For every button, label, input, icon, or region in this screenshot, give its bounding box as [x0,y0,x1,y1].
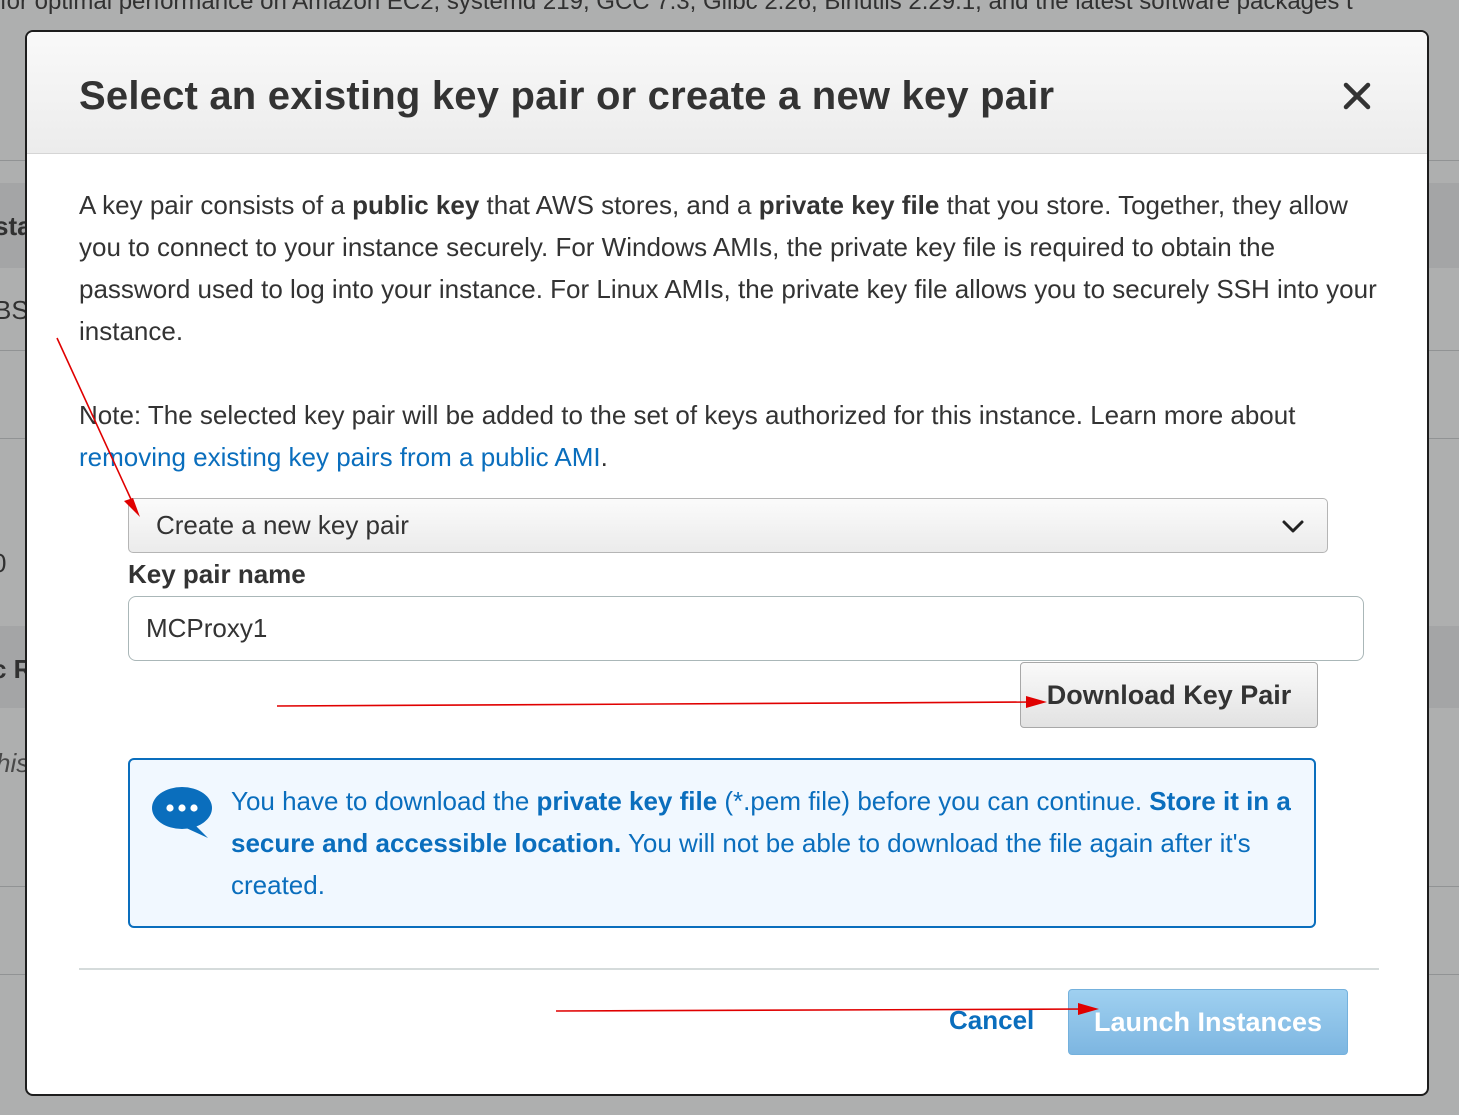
download-warning-alert: You have to download the private key fil… [128,758,1316,928]
close-icon [1343,82,1371,110]
speech-bubble-icon [152,787,212,838]
key-pair-name-input[interactable] [128,596,1364,661]
download-key-pair-button[interactable]: Download Key Pair [1020,662,1318,728]
chevron-down-icon [1282,520,1304,533]
key-pair-option-select[interactable]: Create a new key pair [128,498,1328,553]
key-pair-name-label: Key pair name [128,559,306,589]
launch-instances-button[interactable]: Launch Instances [1068,989,1348,1055]
key-pair-description: A key pair consists of a public key that… [79,190,1377,346]
removing-key-pairs-link[interactable]: removing existing key pairs from a publi… [79,442,601,472]
modal-title: Select an existing key pair or create a … [79,74,1055,118]
key-pair-modal: Select an existing key pair or create a … [25,30,1429,1096]
key-pair-note: Note: The selected key pair will be adde… [79,400,1296,472]
footer-divider [79,968,1379,970]
download-warning-text: You have to download the private key fil… [231,786,1291,900]
close-button[interactable] [1337,76,1377,116]
cancel-button[interactable]: Cancel [949,1005,1034,1036]
key-pair-option-value: Create a new key pair [156,510,409,540]
modal-header: Select an existing key pair or create a … [27,32,1427,154]
